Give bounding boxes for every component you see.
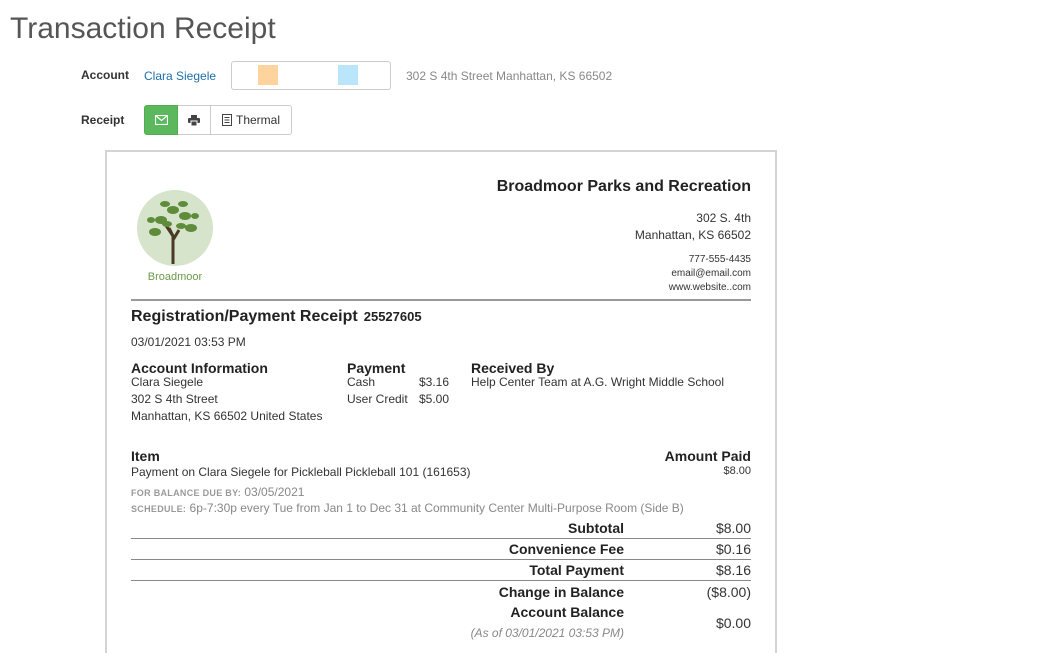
total-label: Total Payment [529, 562, 624, 578]
receipt-number: 25527605 [363, 309, 422, 324]
payment-method: User Credit [347, 392, 408, 406]
payment-list: Cash $3.16 User Credit $5.00 [347, 374, 449, 408]
account-label: Account [81, 68, 129, 82]
account-info-street: 302 S 4th Street [131, 392, 218, 406]
received-by-value: Help Center Team at A.G. Wright Middle S… [471, 375, 725, 389]
payment-row: Cash $3.16 [347, 374, 449, 391]
schedule-line: SCHEDULE: 6p-7:30p every Tue from Jan 1 … [131, 501, 684, 515]
total-value: $0.16 [715, 541, 751, 557]
total-value: ($8.00) [706, 583, 751, 600]
account-flag-blue [338, 65, 358, 85]
balance-due-date: 03/05/2021 [244, 485, 305, 499]
item-amount: $8.00 [723, 465, 751, 477]
org-website: www.website..com [668, 282, 751, 293]
thermal-receipt-button[interactable]: Thermal [211, 105, 292, 135]
receipt-date: 03/01/2021 03:53 PM [131, 335, 246, 349]
account-balance-value: $0.00 [715, 615, 751, 631]
payment-method: Cash [347, 375, 376, 389]
receipt-heading: Registration/Payment Receipt 25527605 [131, 308, 422, 326]
balance-due-line: FOR BALANCE DUE BY: 03/05/2021 [131, 485, 304, 499]
total-row: Subtotal $8.00 [131, 518, 751, 539]
org-address: 302 S. 4th Manhattan, KS 66502 [635, 210, 751, 244]
total-value: $8.00 [715, 520, 751, 536]
balance-due-label: FOR BALANCE DUE BY: [131, 488, 242, 498]
payment-amount: $3.16 [419, 375, 450, 389]
org-name: Broadmoor Parks and Recreation [496, 178, 751, 195]
thermal-button-label: Thermal [235, 113, 280, 127]
org-phone: 777-555-4435 [688, 254, 751, 265]
item-column-header: Item [131, 448, 160, 464]
receipt-doc-icon [221, 114, 232, 126]
logo-text: Broadmoor [148, 271, 203, 283]
total-row: Convenience Fee $0.16 [131, 539, 751, 560]
email-receipt-button[interactable] [144, 105, 178, 135]
receipt-document: Broadmoor Broadmoor Parks and Recreation… [105, 150, 777, 653]
account-info-name: Clara Siegele [131, 375, 204, 389]
account-name-link[interactable]: Clara Siegele [144, 69, 216, 83]
total-label: Convenience Fee [508, 541, 624, 557]
total-row: Total Payment $8.16 [131, 560, 751, 581]
receipt-heading-text: Registration/Payment Receipt [131, 308, 358, 325]
schedule-label: SCHEDULE: [131, 504, 187, 514]
print-receipt-button[interactable] [178, 105, 211, 135]
receipt-label: Receipt [81, 113, 125, 127]
page-title: Transaction Receipt [10, 12, 276, 45]
amount-paid-column-header: Amount Paid [664, 448, 751, 464]
account-flags-box [231, 61, 391, 90]
account-address: 302 S 4th Street Manhattan, KS 66502 [406, 69, 613, 83]
schedule-value: 6p-7:30p every Tue from Jan 1 to Dec 31 … [189, 501, 684, 515]
account-balance-as-of: (As of 03/01/2021 03:53 PM) [470, 626, 624, 640]
payment-amount: $5.00 [419, 392, 450, 406]
printer-icon [188, 114, 200, 126]
total-row: Change in Balance ($8.00) [131, 581, 751, 602]
account-info-block: Clara Siegele 302 S 4th Street Manhattan… [131, 374, 322, 425]
broadmoor-tree-logo: Broadmoor [137, 190, 213, 283]
total-label: Subtotal [568, 520, 624, 536]
item-description: Payment on Clara Siegele for Pickleball … [131, 465, 471, 479]
org-address-line1: 302 S. 4th [696, 211, 751, 225]
header-divider [131, 299, 751, 301]
account-balance-label: Account Balance [510, 604, 624, 620]
envelope-icon [154, 115, 168, 125]
org-contact: 777-555-4435 email@email.com www.website… [669, 253, 751, 295]
totals-table: Subtotal $8.00 Convenience Fee $0.16 Tot… [131, 518, 751, 602]
org-address-line2: Manhattan, KS 66502 [634, 228, 751, 242]
org-email: email@email.com [671, 268, 751, 279]
payment-row: User Credit $5.00 [347, 391, 449, 408]
receipt-button-group: Thermal [144, 105, 292, 135]
total-value: $8.16 [715, 562, 751, 578]
account-info-city: Manhattan, KS 66502 United States [131, 409, 323, 423]
account-flag-orange [258, 65, 278, 85]
total-label: Change in Balance [498, 583, 624, 600]
